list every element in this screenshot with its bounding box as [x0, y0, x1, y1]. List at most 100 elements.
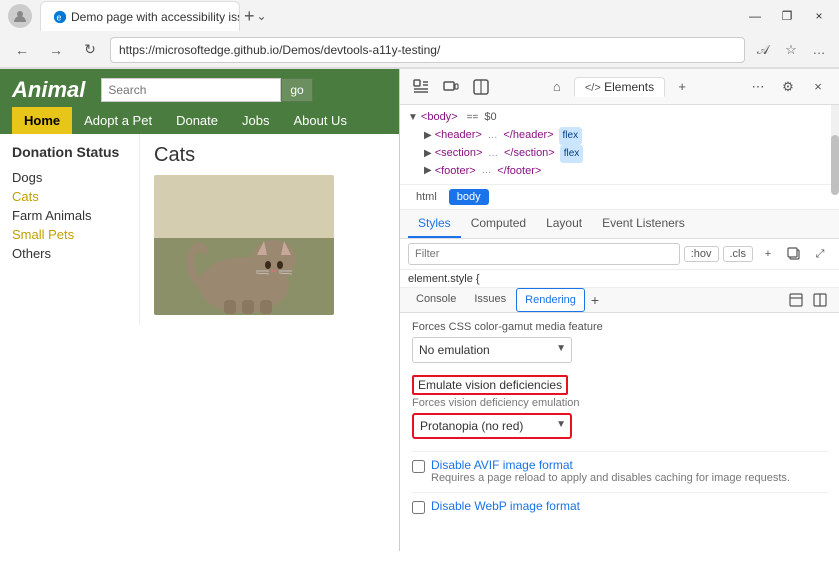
- maximize-btn[interactable]: ❐: [775, 4, 799, 28]
- undock-btn[interactable]: [785, 289, 807, 311]
- hov-btn[interactable]: :hov: [684, 246, 719, 262]
- bottom-icons: [785, 289, 831, 311]
- bottom-tab-rendering[interactable]: Rendering: [516, 288, 585, 312]
- favorites-btn[interactable]: ☆: [779, 38, 803, 62]
- dom-badge-flex-section: flex: [560, 145, 584, 163]
- avif-checkbox[interactable]: [412, 460, 425, 473]
- dom-subtab-body[interactable]: body: [449, 189, 489, 205]
- devtools-header: ⌂ </> Elements + ⋯ ⚙ ×: [400, 69, 839, 105]
- bottom-tab-console[interactable]: Console: [408, 288, 464, 312]
- website-pane: Animal go Home Adopt a Pet Donate Jobs A…: [0, 69, 400, 551]
- vision-select[interactable]: Protanopia (no red) No emulation Blurred…: [412, 413, 572, 439]
- dt-tab-layout[interactable]: Layout: [536, 210, 592, 238]
- nav-item-donate[interactable]: Donate: [164, 107, 230, 134]
- webp-checkbox[interactable]: [412, 501, 425, 514]
- avif-label-group: Disable AVIF image format Requires a pag…: [431, 458, 790, 484]
- divider2: [412, 492, 827, 493]
- expand-style-btn[interactable]: ⤢: [809, 243, 831, 265]
- add-tab-btn[interactable]: +: [669, 74, 695, 100]
- tab-list-btn[interactable]: ⌄: [257, 9, 267, 23]
- search-input[interactable]: [101, 78, 281, 102]
- nav-item-adopt[interactable]: Adopt a Pet: [72, 107, 164, 134]
- read-aloud-btn[interactable]: 𝒜: [751, 38, 775, 62]
- element-style: element.style {: [400, 270, 839, 288]
- settings-btn[interactable]: ⚙: [775, 74, 801, 100]
- forward-btn[interactable]: →: [42, 36, 70, 64]
- devtools-home-btn[interactable]: ⌂: [544, 74, 570, 100]
- triangle-footer[interactable]: ▶: [424, 163, 432, 179]
- devtools-close-btn[interactable]: ×: [805, 74, 831, 100]
- nav-item-home[interactable]: Home: [12, 107, 72, 134]
- nav-item-jobs[interactable]: Jobs: [230, 107, 281, 134]
- dt-tab-events[interactable]: Event Listeners: [592, 210, 695, 238]
- svg-text:e: e: [57, 12, 62, 22]
- copy-style-btn[interactable]: [783, 243, 805, 265]
- search-row: go: [101, 78, 312, 102]
- profile-icon[interactable]: [8, 4, 32, 28]
- back-btn[interactable]: ←: [8, 36, 36, 64]
- minimize-btn[interactable]: —: [743, 4, 767, 28]
- address-bar: ← → ↻ 𝒜 ☆ …: [0, 32, 839, 68]
- more-btn[interactable]: …: [807, 38, 831, 62]
- webp-link[interactable]: Disable WebP image format: [431, 499, 580, 513]
- avif-link[interactable]: Disable AVIF image format: [431, 458, 573, 472]
- inspect-element-btn[interactable]: [408, 74, 434, 100]
- divider: [412, 451, 827, 452]
- browser-tab[interactable]: e Demo page with accessibility iss… ×: [40, 1, 240, 31]
- dom-line-footer: ▶ <footer> … </footer>: [408, 163, 831, 181]
- sidebar-item-others[interactable]: Others: [12, 244, 127, 263]
- color-gamut-select[interactable]: No emulation: [412, 337, 572, 363]
- cat-image: [154, 175, 334, 315]
- vision-label-highlight: Emulate vision deficiencies: [412, 375, 568, 395]
- more-tools-btn[interactable]: ⋯: [745, 74, 771, 100]
- webp-row: Disable WebP image format: [412, 499, 827, 514]
- device-toolbar-btn[interactable]: [438, 74, 464, 100]
- triangle-body[interactable]: ▼: [408, 110, 418, 126]
- search-btn[interactable]: go: [281, 78, 312, 102]
- filter-input[interactable]: [408, 243, 680, 265]
- cls-btn[interactable]: .cls: [723, 246, 754, 262]
- dt-tab-computed[interactable]: Computed: [461, 210, 536, 238]
- refresh-btn[interactable]: ↻: [76, 36, 104, 64]
- site-sidebar: Donation Status Dogs Cats Farm Animals S…: [0, 134, 140, 325]
- cat-svg: [164, 195, 324, 315]
- toggle-panel-btn[interactable]: [468, 74, 494, 100]
- address-input[interactable]: [110, 37, 745, 63]
- sidebar-item-small[interactable]: Small Pets: [12, 225, 127, 244]
- dom-line-section: ▶ <section> … </section> flex: [408, 145, 831, 163]
- webp-label: Disable WebP image format: [431, 499, 580, 513]
- triangle-section[interactable]: ▶: [424, 146, 432, 162]
- vision-section: Emulate vision deficiencies Forces visio…: [412, 375, 827, 439]
- title-bar: e Demo page with accessibility iss… × + …: [0, 0, 839, 32]
- dock-btn[interactable]: [809, 289, 831, 311]
- bottom-tab-issues[interactable]: Issues: [466, 288, 514, 312]
- color-gamut-dropdown-wrapper: No emulation ▼: [412, 337, 572, 363]
- site-brand: Animal: [12, 77, 85, 103]
- filter-row: :hov .cls + ⤢: [400, 239, 839, 270]
- site-content: Donation Status Dogs Cats Farm Animals S…: [0, 134, 399, 325]
- window-controls: — ❐ ×: [743, 4, 831, 28]
- sidebar-item-dogs[interactable]: Dogs: [12, 168, 127, 187]
- styles-tabs: Styles Computed Layout Event Listeners: [400, 210, 839, 239]
- sidebar-title: Donation Status: [12, 144, 127, 160]
- sidebar-item-cats[interactable]: Cats: [12, 187, 127, 206]
- add-style-btn[interactable]: +: [757, 243, 779, 265]
- dom-subtab-html[interactable]: html: [408, 189, 445, 205]
- devtools-tab-elements[interactable]: </> Elements: [574, 77, 665, 97]
- nav-item-about[interactable]: About Us: [281, 107, 358, 134]
- vision-dropdown-wrapper: Protanopia (no red) No emulation Blurred…: [412, 413, 572, 439]
- dom-subtabs: html body: [400, 185, 839, 210]
- avif-row: Disable AVIF image format Requires a pag…: [412, 458, 827, 484]
- sidebar-item-farm[interactable]: Farm Animals: [12, 206, 127, 225]
- triangle-header[interactable]: ▶: [424, 128, 432, 144]
- new-tab-btn[interactable]: +: [244, 7, 255, 25]
- bottom-tabs: Console Issues Rendering +: [400, 288, 839, 313]
- vision-label: Emulate vision deficiencies: [418, 378, 562, 392]
- add-bottom-tab-btn[interactable]: +: [587, 292, 603, 308]
- dt-tab-styles[interactable]: Styles: [408, 210, 461, 238]
- devtools-pane: ⌂ </> Elements + ⋯ ⚙ × ▼ <body> == $0 ▶ …: [400, 69, 839, 551]
- close-btn[interactable]: ×: [807, 4, 831, 28]
- nav-bar: Home Adopt a Pet Donate Jobs About Us: [12, 107, 387, 134]
- dom-line-body: ▼ <body> == $0: [408, 109, 831, 127]
- brand-row: Animal go: [12, 77, 387, 103]
